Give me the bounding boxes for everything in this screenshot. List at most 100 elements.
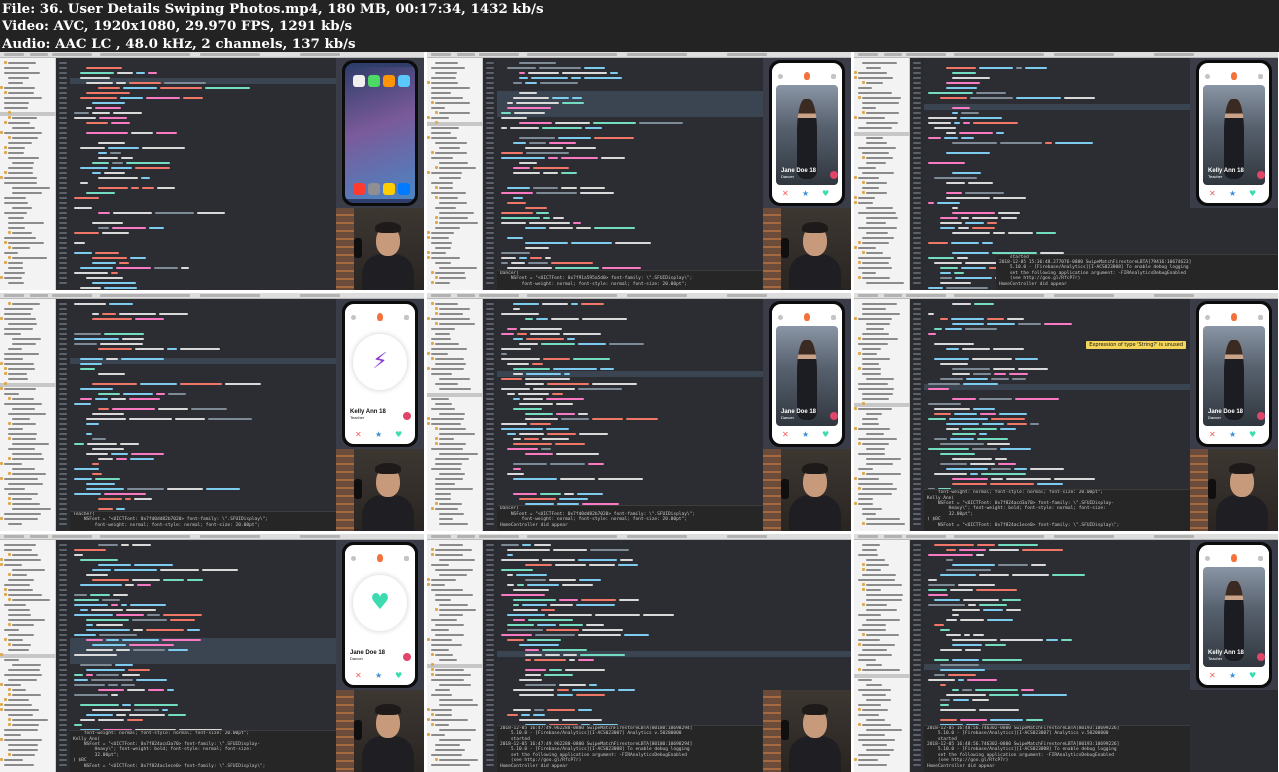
navigator-file-item[interactable] — [8, 594, 42, 596]
card-photo[interactable]: Jane Doe 18 Dancer — [776, 326, 838, 426]
navigator-file-item[interactable] — [4, 252, 18, 254]
navigator-file-item[interactable] — [439, 523, 468, 525]
video-thumbnail[interactable]: Dancer( NSFont = "<UICTFont: 0x7fd0dd82b… — [427, 293, 851, 531]
navigator-file-item[interactable] — [862, 277, 890, 279]
toolbar-item[interactable] — [52, 535, 92, 538]
navigator-file-item[interactable] — [4, 182, 37, 184]
navigator-file-item[interactable] — [866, 433, 884, 435]
navigator-file-item[interactable] — [12, 338, 41, 340]
navigator-file-item[interactable] — [4, 518, 38, 520]
navigator-file-item[interactable] — [8, 222, 44, 224]
navigator-file-item[interactable] — [858, 117, 885, 119]
navigator-file-item[interactable] — [866, 328, 884, 330]
toolbar-item[interactable] — [457, 53, 475, 56]
navigator-file-item[interactable] — [4, 659, 19, 661]
navigator-file-item[interactable] — [431, 117, 449, 119]
navigator-file-item[interactable] — [8, 634, 34, 636]
navigator-file-item[interactable] — [435, 207, 456, 209]
navigator-file-item[interactable] — [862, 187, 879, 189]
navigator-file-item[interactable] — [439, 308, 470, 310]
navigator-file-item[interactable] — [858, 167, 876, 169]
navigator-file-item[interactable] — [862, 62, 897, 64]
navigator-file-item[interactable] — [439, 217, 468, 219]
navigator-file-item[interactable] — [858, 202, 873, 204]
navigator-file-item[interactable] — [431, 127, 459, 129]
navigator-file-item[interactable] — [866, 599, 902, 601]
star-icon[interactable]: ★ — [375, 671, 382, 681]
navigator-file-item[interactable] — [431, 137, 457, 139]
navigator-file-item[interactable] — [858, 453, 885, 455]
navigator-file-item[interactable] — [12, 689, 26, 691]
navigator-file-item[interactable] — [4, 313, 31, 315]
navigator-file-item[interactable] — [858, 639, 880, 641]
toolbar-item[interactable] — [30, 53, 48, 56]
navigator-file-item[interactable] — [12, 127, 35, 129]
navigator-file-item[interactable] — [866, 413, 882, 415]
navigator-file-item[interactable] — [431, 468, 461, 470]
navigator-file-item[interactable] — [8, 157, 39, 159]
navigator-file-item[interactable] — [4, 212, 27, 214]
navigator-file-item[interactable] — [4, 177, 37, 179]
navigator-file-item[interactable] — [431, 182, 453, 184]
navigator-file-item[interactable] — [4, 333, 21, 335]
app-icon[interactable] — [383, 75, 395, 87]
navigator-file-item[interactable] — [439, 433, 475, 435]
toolbar-item[interactable] — [954, 535, 1044, 538]
navigator-file-item[interactable] — [8, 448, 35, 450]
navigator-file-item[interactable] — [858, 72, 887, 74]
navigator-file-item[interactable] — [439, 212, 474, 214]
app-icon[interactable] — [383, 183, 395, 195]
video-thumbnail[interactable]: started 2018-12-05 15:36:48.277076-0800 S… — [854, 52, 1278, 290]
star-icon[interactable]: ★ — [1229, 671, 1236, 681]
navigator-file-item[interactable] — [431, 564, 449, 566]
toolbar-item[interactable] — [1154, 294, 1194, 297]
navigator-file-item[interactable] — [866, 217, 898, 219]
navigator-file-item[interactable] — [858, 428, 890, 430]
navigator-file-item[interactable] — [4, 67, 29, 69]
chat-icon[interactable] — [831, 315, 836, 320]
navigator-file-item[interactable] — [858, 689, 891, 691]
navigator-file-item[interactable] — [4, 674, 42, 676]
navigator-file-item[interactable] — [439, 513, 464, 515]
navigator-file-item[interactable] — [862, 262, 889, 264]
navigator-file-item[interactable] — [858, 92, 892, 94]
navigator-file-item[interactable] — [866, 222, 886, 224]
navigator-file-item[interactable] — [8, 749, 38, 751]
toolbar-item[interactable] — [727, 535, 767, 538]
navigator-file-item[interactable] — [439, 684, 471, 686]
heart-icon[interactable]: ♥ — [1249, 430, 1256, 440]
navigator-file-item[interactable] — [435, 227, 460, 229]
navigator-file-item[interactable] — [858, 343, 888, 345]
navigator-file-item[interactable] — [866, 112, 899, 114]
navigator-file-item[interactable] — [12, 694, 41, 696]
profile-icon[interactable] — [1205, 556, 1210, 561]
navigator-file-item[interactable] — [431, 368, 464, 370]
navigator-file-item[interactable] — [12, 503, 40, 505]
navigator-file-item[interactable] — [439, 659, 457, 661]
navigator-file-item[interactable] — [8, 699, 29, 701]
navigator-file-item[interactable] — [12, 724, 39, 726]
x-icon[interactable]: ✕ — [355, 671, 362, 681]
navigator-file-item[interactable] — [4, 629, 19, 631]
navigator-file-item[interactable] — [4, 584, 30, 586]
navigator-file-item[interactable] — [858, 383, 888, 385]
navigator-file-item[interactable] — [866, 749, 894, 751]
x-icon[interactable]: ✕ — [782, 189, 789, 199]
navigator-file-item[interactable] — [858, 127, 892, 129]
navigator-file-item[interactable] — [431, 418, 464, 420]
navigator-file-item[interactable] — [8, 649, 29, 651]
navigator-file-item[interactable] — [8, 523, 22, 525]
heart-icon[interactable]: ♥ — [1249, 671, 1256, 681]
navigator-file-item[interactable] — [431, 107, 445, 109]
navigator-file-item[interactable] — [435, 343, 459, 345]
navigator-file-item[interactable] — [4, 478, 38, 480]
navigator-file-item[interactable] — [12, 398, 34, 400]
navigator-file-item[interactable] — [435, 689, 450, 691]
navigator-file-item[interactable] — [435, 549, 472, 551]
navigator-file-item[interactable] — [431, 232, 454, 234]
x-icon[interactable]: ✕ — [1209, 189, 1216, 199]
toolbar-item[interactable] — [431, 53, 451, 56]
navigator-file-item[interactable] — [866, 664, 882, 666]
profile-icon[interactable] — [1205, 74, 1210, 79]
navigator-file-item[interactable] — [858, 478, 879, 480]
